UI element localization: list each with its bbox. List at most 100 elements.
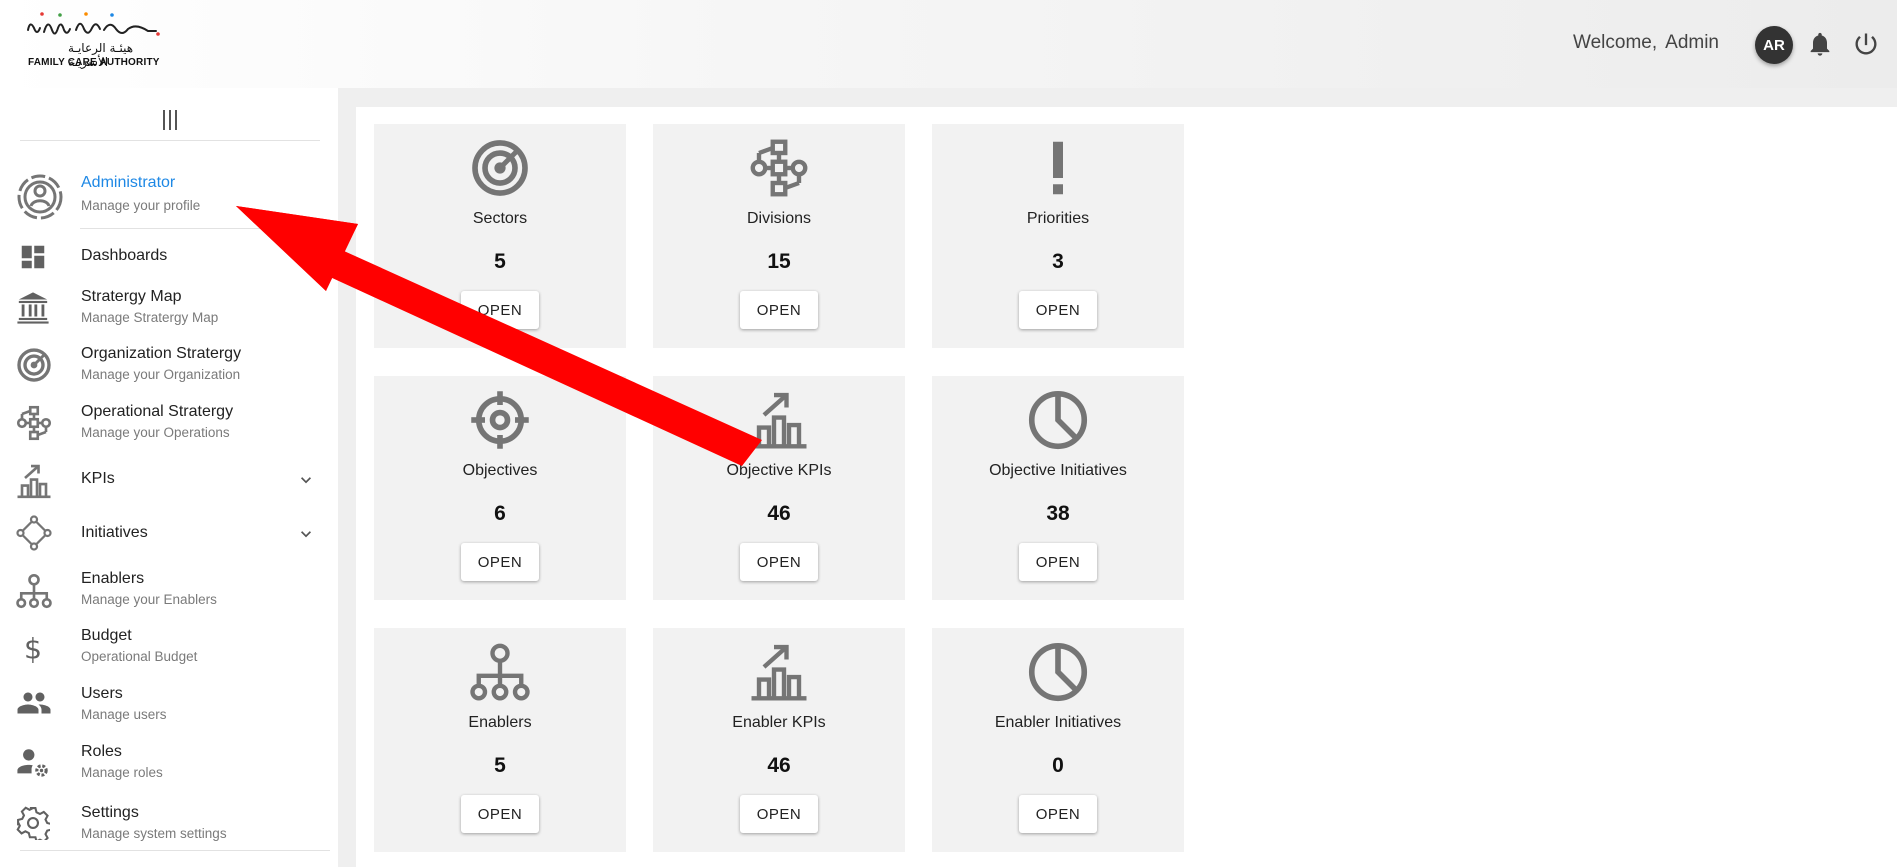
sidebar-item-subtitle: Manage roles	[81, 765, 163, 780]
hierarchy-icon	[470, 642, 530, 702]
gear-icon	[16, 806, 50, 840]
card-count: 46	[767, 754, 791, 777]
sidebar-item-label: Users	[81, 685, 123, 702]
bank-icon	[16, 291, 50, 325]
sidebar-item-budget[interactable]: Budget Operational Budget	[0, 627, 338, 683]
card-objectives: Objectives 6 OPEN	[374, 376, 626, 600]
users-icon	[16, 685, 52, 721]
dollar-icon	[16, 629, 50, 665]
card-label: Divisions	[746, 210, 811, 227]
card-label: Objectives	[462, 462, 538, 479]
chart-up-icon	[16, 463, 52, 499]
card-label: Priorities	[1026, 210, 1090, 227]
bell-icon[interactable]	[1806, 30, 1834, 58]
network-icon	[16, 405, 52, 441]
card-label: Objective Initiatives	[989, 462, 1127, 479]
logo-english-text: FAMILY CARE AUTHORITY	[28, 57, 160, 68]
sidebar-item-stratergy-map[interactable]: Stratergy Map Manage Stratergy Map	[0, 288, 338, 344]
sidebar-item-users[interactable]: Users Manage users	[0, 685, 338, 741]
sidebar-profile-administrator[interactable]: Administrator Manage your profile	[0, 166, 338, 222]
sidebar-item-organization-stratergy[interactable]: Organization Stratergy Manage your Organ…	[0, 345, 338, 401]
open-enablers-button[interactable]: OPEN	[461, 795, 539, 833]
exclamation-icon	[1028, 138, 1088, 198]
chevron-down-icon[interactable]	[296, 524, 316, 544]
sidebar-item-subtitle: Operational Budget	[81, 649, 198, 664]
pie-icon	[1028, 642, 1088, 702]
chevron-down-icon[interactable]	[296, 470, 316, 490]
sidebar-divider	[20, 140, 320, 141]
hierarchy-icon	[16, 573, 52, 609]
sidebar-item-roles[interactable]: Roles Manage roles	[0, 743, 338, 799]
sidebar-item-kpis[interactable]: KPIs	[0, 460, 338, 516]
welcome-message: Welcome, Admin	[1573, 32, 1719, 54]
sidebar-item-label: Settings	[81, 804, 139, 821]
sidebar-item-subtitle: Manage your Operations	[81, 425, 230, 440]
card-label: Enabler Initiatives	[994, 714, 1122, 731]
sidebar-divider	[80, 228, 380, 229]
sidebar-item-label: Organization Stratergy	[81, 345, 242, 362]
sidebar-item-label: Operational Stratergy	[81, 403, 234, 420]
power-icon[interactable]	[1852, 30, 1880, 58]
sidebar-item-initiatives[interactable]: Initiatives	[0, 514, 338, 570]
card-enabler-initiatives: Enabler Initiatives 0 OPEN	[932, 628, 1184, 852]
dashboard-icon	[18, 242, 48, 272]
card-label: Sectors	[472, 210, 528, 227]
sidebar-item-subtitle: Manage Stratergy Map	[81, 310, 219, 325]
user-gear-icon	[16, 745, 50, 779]
open-divisions-button[interactable]: OPEN	[740, 291, 818, 329]
sidebar-item-label: Budget	[81, 627, 132, 644]
sidebar-item-label: Dashboards	[81, 247, 168, 264]
chart-up-icon	[749, 390, 809, 450]
card-objective-kpis: Objective KPIs 46 OPEN	[653, 376, 905, 600]
card-label: Enabler KPIs	[732, 714, 826, 731]
sidebar-item-enablers[interactable]: Enablers Manage your Enablers	[0, 570, 338, 626]
open-sectors-button[interactable]: OPEN	[461, 291, 539, 329]
card-divisions: Divisions 15 OPEN	[653, 124, 905, 348]
open-enabler-kpis-button[interactable]: OPEN	[740, 795, 818, 833]
card-sectors: Sectors 5 OPEN	[374, 124, 626, 348]
card-enabler-kpis: Enabler KPIs 46 OPEN	[653, 628, 905, 852]
sidebar-item-label: Stratergy Map	[81, 288, 182, 305]
top-header: هيئـة الرعايـة الأسريـة FAMILY CARE AUTH…	[0, 0, 1897, 88]
diamond-nodes-icon	[16, 515, 52, 551]
profile-title: Administrator	[81, 174, 176, 191]
card-enablers: Enablers 5 OPEN	[374, 628, 626, 852]
sidebar-item-label: Roles	[81, 743, 122, 760]
sidebar-item-label: KPIs	[81, 470, 115, 487]
collapse-menu-icon[interactable]	[160, 108, 180, 132]
profile-subtitle: Manage your profile	[81, 198, 201, 213]
card-count: 46	[767, 502, 791, 525]
open-objective-kpis-button[interactable]: OPEN	[740, 543, 818, 581]
sidebar-item-subtitle: Manage users	[81, 707, 167, 722]
sidebar-item-label: Enablers	[81, 570, 145, 587]
avatar[interactable]: AR	[1755, 26, 1793, 64]
sidebar-divider	[20, 850, 330, 851]
network-icon	[749, 138, 809, 198]
open-enabler-initiatives-button[interactable]: OPEN	[1019, 795, 1097, 833]
logo-mark-icon	[27, 12, 160, 36]
profile-icon	[16, 173, 64, 221]
sidebar: Administrator Manage your profile Dashbo…	[0, 88, 380, 867]
welcome-label: Welcome,	[1573, 32, 1658, 53]
sidebar-item-subtitle: Manage your Organization	[81, 367, 241, 382]
card-count: 38	[1046, 502, 1070, 525]
sidebar-item-operational-stratergy[interactable]: Operational Stratergy Manage your Operat…	[0, 403, 338, 459]
family-care-authority-logo[interactable]: هيئـة الرعايـة الأسريـة FAMILY CARE AUTH…	[24, 10, 164, 70]
open-objective-initiatives-button[interactable]: OPEN	[1019, 543, 1097, 581]
target-icon	[470, 138, 530, 198]
user-name: Admin	[1665, 32, 1719, 53]
main-content: Sectors 5 OPEN Divisions 15 OPEN Priorit…	[356, 107, 1897, 867]
sidebar-item-subtitle: Manage your Enablers	[81, 592, 217, 607]
card-count: 15	[767, 250, 791, 273]
sidebar-item-dashboards[interactable]: Dashboards	[0, 236, 338, 292]
open-objectives-button[interactable]: OPEN	[461, 543, 539, 581]
target-icon	[16, 347, 52, 383]
card-objective-initiatives: Objective Initiatives 38 OPEN	[932, 376, 1184, 600]
card-count: 5	[494, 754, 506, 777]
sidebar-item-label: Initiatives	[81, 524, 148, 541]
sidebar-item-subtitle: Manage system settings	[81, 826, 227, 841]
card-label: Enablers	[468, 714, 532, 731]
open-priorities-button[interactable]: OPEN	[1019, 291, 1097, 329]
card-priorities: Priorities 3 OPEN	[932, 124, 1184, 348]
sidebar-item-settings[interactable]: Settings Manage system settings	[0, 804, 338, 860]
